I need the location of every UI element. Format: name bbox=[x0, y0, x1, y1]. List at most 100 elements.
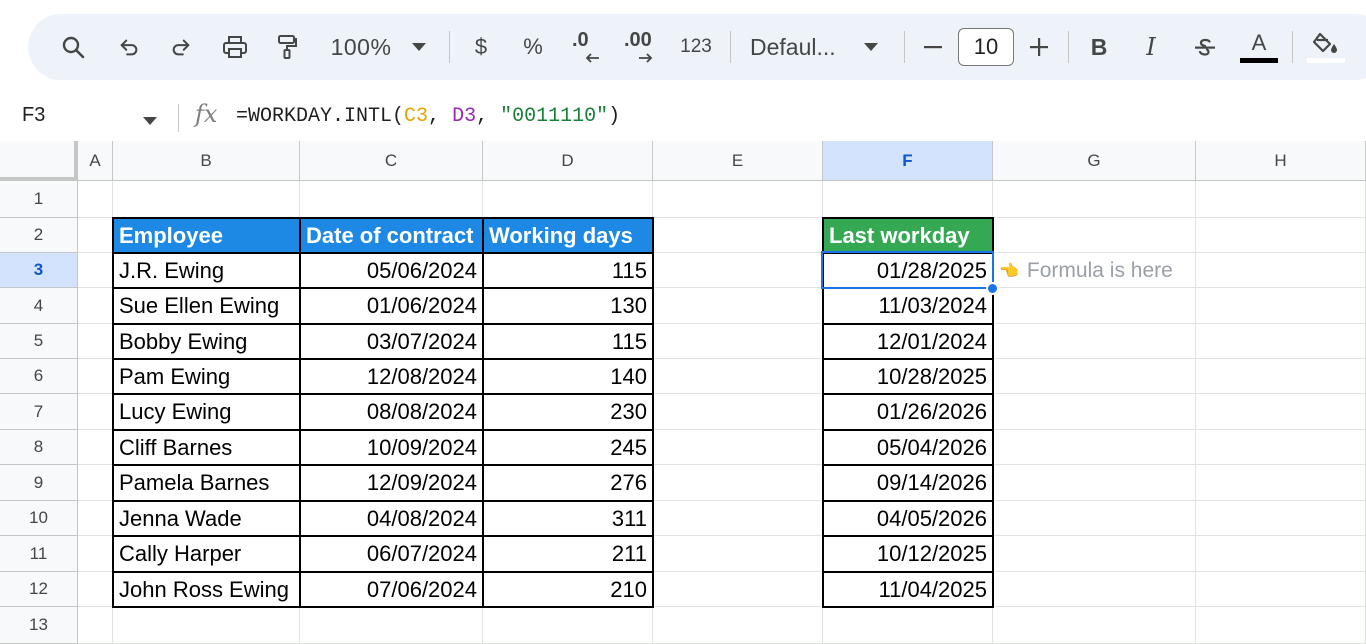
zoom-select[interactable]: 100% bbox=[326, 14, 396, 80]
column-header-e[interactable]: E bbox=[653, 141, 823, 181]
chevron-down-icon[interactable] bbox=[860, 14, 882, 80]
row-header-8[interactable]: 8 bbox=[0, 430, 78, 465]
table-header-cell[interactable]: Employee bbox=[112, 217, 301, 254]
row-header-7[interactable]: 7 bbox=[0, 394, 78, 430]
print-icon[interactable] bbox=[218, 14, 252, 80]
last-workday-cell[interactable]: 09/14/2026 bbox=[822, 464, 994, 502]
employee-cell[interactable]: Lucy Ewing bbox=[112, 393, 301, 431]
column-header-f[interactable]: F bbox=[823, 141, 993, 181]
decrease-decimal-button[interactable]: .0 bbox=[568, 14, 606, 80]
fill-handle[interactable] bbox=[986, 282, 999, 295]
employee-cell[interactable]: Cally Harper bbox=[112, 535, 301, 573]
working-days-cell[interactable]: 245 bbox=[482, 429, 654, 466]
row-header-11[interactable]: 11 bbox=[0, 536, 78, 572]
employee-cell[interactable]: John Ross Ewing bbox=[112, 571, 301, 608]
row-header-4[interactable]: 4 bbox=[0, 288, 78, 324]
table-header-cell[interactable]: Date of contract bbox=[299, 217, 484, 254]
employee-cell[interactable]: Bobby Ewing bbox=[112, 323, 301, 360]
currency-label: $ bbox=[474, 34, 488, 59]
row-header-13[interactable]: 13 bbox=[0, 607, 78, 644]
formula-function: =WORKDAY.INTL( bbox=[236, 105, 405, 128]
last-workday-header[interactable]: Last workday bbox=[822, 217, 994, 254]
formula-input[interactable]: =WORKDAY.INTL(C3, D3, "0011110") bbox=[236, 105, 620, 128]
contract-date-cell[interactable]: 08/08/2024 bbox=[299, 393, 484, 431]
contract-date-cell[interactable]: 04/08/2024 bbox=[299, 500, 484, 537]
contract-date-cell[interactable]: 06/07/2024 bbox=[299, 535, 484, 573]
employee-cell[interactable]: Jenna Wade bbox=[112, 500, 301, 537]
employee-cell[interactable]: Pamela Barnes bbox=[112, 464, 301, 502]
bold-button[interactable]: B bbox=[1084, 14, 1114, 80]
chevron-down-icon[interactable] bbox=[408, 14, 430, 80]
last-workday-cell[interactable]: 04/05/2026 bbox=[822, 500, 994, 537]
employee-cell[interactable]: Cliff Barnes bbox=[112, 429, 301, 466]
row-header-10[interactable]: 10 bbox=[0, 501, 78, 536]
select-all-corner[interactable] bbox=[0, 141, 78, 181]
undo-icon[interactable] bbox=[114, 14, 144, 80]
italic-button[interactable]: I bbox=[1136, 14, 1166, 80]
contract-date-cell[interactable]: 12/08/2024 bbox=[299, 358, 484, 395]
employee-cell[interactable]: Sue Ellen Ewing bbox=[112, 287, 301, 325]
row-header-2[interactable]: 2 bbox=[0, 218, 78, 253]
last-workday-cell[interactable]: 01/26/2026 bbox=[822, 393, 994, 431]
column-header-h[interactable]: H bbox=[1196, 141, 1366, 181]
last-workday-cell[interactable]: 12/01/2024 bbox=[822, 323, 994, 360]
last-workday-cell[interactable]: 10/28/2025 bbox=[822, 358, 994, 395]
percent-format-button[interactable]: % bbox=[518, 14, 548, 80]
redo-icon[interactable] bbox=[166, 14, 196, 80]
text-color-button[interactable]: A bbox=[1238, 14, 1280, 80]
row-header-9[interactable]: 9 bbox=[0, 465, 78, 501]
column-header-b[interactable]: B bbox=[113, 141, 300, 181]
working-days-cell[interactable]: 115 bbox=[482, 323, 654, 360]
toolbar-divider bbox=[1292, 31, 1293, 63]
plus-icon[interactable] bbox=[1026, 14, 1052, 80]
last-workday-cell[interactable]: 11/04/2025 bbox=[822, 571, 994, 608]
increase-decimal-button[interactable]: .00 bbox=[622, 14, 662, 80]
chevron-down-icon[interactable] bbox=[143, 113, 157, 131]
toolbar-divider bbox=[449, 31, 450, 63]
text-color-bar bbox=[1240, 58, 1278, 63]
fill-color-button[interactable] bbox=[1306, 14, 1346, 80]
working-days-cell[interactable]: 311 bbox=[482, 500, 654, 537]
last-workday-cell[interactable]: 11/03/2024 bbox=[822, 287, 994, 325]
minus-icon[interactable] bbox=[920, 14, 946, 80]
last-workday-cell[interactable]: 05/04/2026 bbox=[822, 429, 994, 466]
column-header-g[interactable]: G bbox=[993, 141, 1196, 181]
italic-label: I bbox=[1146, 33, 1156, 61]
table-header-cell[interactable]: Working days bbox=[482, 217, 654, 254]
working-days-cell[interactable]: 140 bbox=[482, 358, 654, 395]
increase-decimal-label: .00 bbox=[624, 29, 652, 51]
contract-date-cell[interactable]: 05/06/2024 bbox=[299, 252, 484, 289]
last-workday-cell[interactable]: 10/12/2025 bbox=[822, 535, 994, 573]
formula-separator: , bbox=[428, 105, 453, 128]
working-days-cell[interactable]: 276 bbox=[482, 464, 654, 502]
currency-format-button[interactable]: $ bbox=[466, 14, 496, 80]
working-days-cell[interactable]: 211 bbox=[482, 535, 654, 573]
row-header-3[interactable]: 3 bbox=[0, 253, 78, 288]
name-box[interactable]: F3 bbox=[22, 104, 45, 127]
contract-date-cell[interactable]: 10/09/2024 bbox=[299, 429, 484, 466]
font-family-select[interactable]: Defaul... bbox=[750, 14, 848, 80]
working-days-cell[interactable]: 115 bbox=[482, 252, 654, 289]
column-header-d[interactable]: D bbox=[483, 141, 653, 181]
font-size-input[interactable]: 10 bbox=[958, 28, 1014, 66]
paint-format-icon[interactable] bbox=[272, 14, 302, 80]
row-header-1[interactable]: 1 bbox=[0, 181, 78, 218]
search-icon[interactable] bbox=[56, 14, 90, 80]
more-formats-button[interactable]: 123 bbox=[674, 14, 718, 80]
employee-cell[interactable]: Pam Ewing bbox=[112, 358, 301, 395]
row-header-12[interactable]: 12 bbox=[0, 572, 78, 607]
contract-date-cell[interactable]: 03/07/2024 bbox=[299, 323, 484, 360]
employee-cell[interactable]: J.R. Ewing bbox=[112, 252, 301, 289]
row-header-6[interactable]: 6 bbox=[0, 359, 78, 394]
working-days-cell[interactable]: 130 bbox=[482, 287, 654, 325]
column-header-a[interactable]: A bbox=[78, 141, 113, 181]
contract-date-cell[interactable]: 07/06/2024 bbox=[299, 571, 484, 608]
strikethrough-icon[interactable] bbox=[1188, 14, 1222, 80]
zoom-value: 100% bbox=[330, 33, 392, 60]
row-header-5[interactable]: 5 bbox=[0, 324, 78, 359]
working-days-cell[interactable]: 210 bbox=[482, 571, 654, 608]
contract-date-cell[interactable]: 01/06/2024 bbox=[299, 287, 484, 325]
contract-date-cell[interactable]: 12/09/2024 bbox=[299, 464, 484, 502]
column-header-c[interactable]: C bbox=[300, 141, 483, 181]
working-days-cell[interactable]: 230 bbox=[482, 393, 654, 431]
